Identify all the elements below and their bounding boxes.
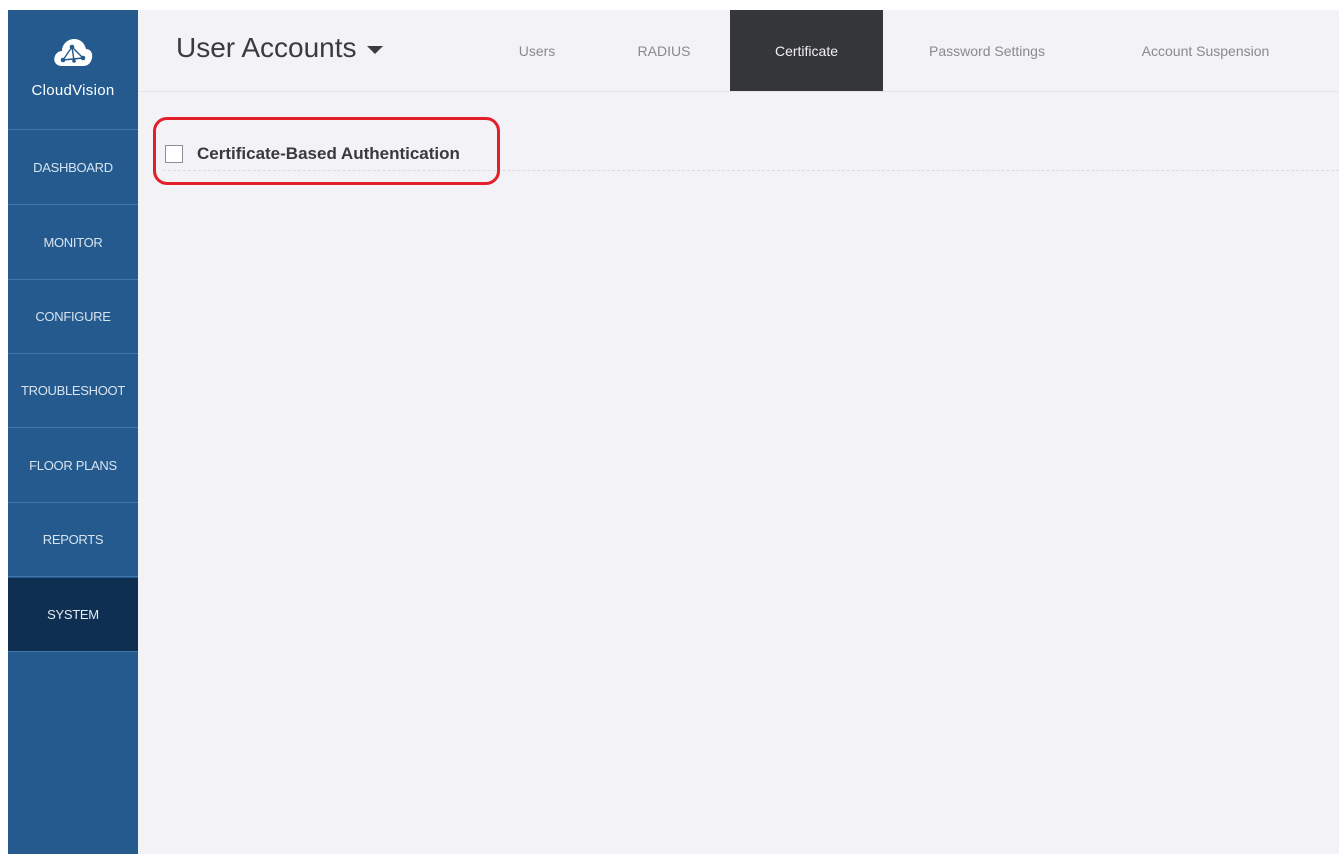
tab-users[interactable]: Users: [502, 10, 572, 91]
sidebar-item-floor-plans[interactable]: FLOOR PLANS: [8, 429, 138, 503]
tab-account-suspension[interactable]: Account Suspension: [1118, 10, 1293, 91]
header: User Accounts Users RADIUS Certificate P…: [138, 10, 1339, 92]
sidebar-item-system[interactable]: SYSTEM: [8, 578, 138, 652]
sidebar-item-troubleshoot[interactable]: TROUBLESHOOT: [8, 354, 138, 428]
sidebar-item-configure[interactable]: CONFIGURE: [8, 280, 138, 354]
page-title-dropdown[interactable]: User Accounts: [176, 32, 383, 64]
sidebar-item-monitor[interactable]: MONITOR: [8, 206, 138, 280]
sidebar: CloudVision DASHBOARD MONITOR CONFIGURE …: [8, 10, 138, 854]
sidebar-item-reports[interactable]: REPORTS: [8, 503, 138, 577]
tab-radius[interactable]: RADIUS: [624, 10, 704, 91]
cloud-network-icon: [54, 39, 93, 66]
logo-text: CloudVision: [31, 82, 115, 99]
logo[interactable]: CloudVision: [8, 10, 138, 130]
tab-password-settings[interactable]: Password Settings: [912, 10, 1062, 91]
tab-certificate[interactable]: Certificate: [730, 10, 883, 91]
caret-down-icon: [366, 46, 383, 54]
app-window: CloudVision DASHBOARD MONITOR CONFIGURE …: [8, 10, 1339, 854]
highlight-annotation: [153, 117, 500, 185]
page-title: User Accounts: [176, 32, 357, 63]
sidebar-item-dashboard[interactable]: DASHBOARD: [8, 131, 138, 205]
